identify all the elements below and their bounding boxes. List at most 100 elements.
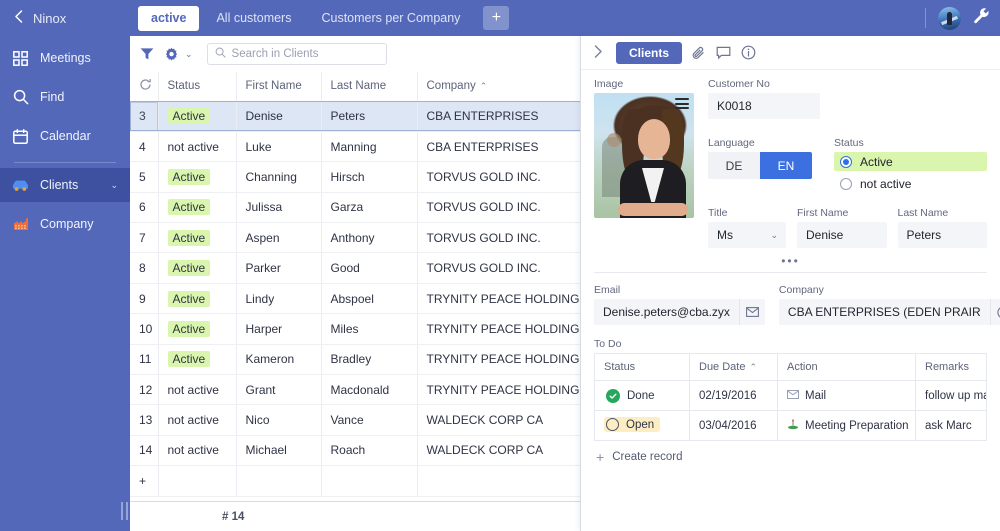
paperclip-icon[interactable] <box>692 46 706 60</box>
todo-row[interactable]: Done 02/19/2016 Mail follow up mail <box>594 380 987 411</box>
sidebar-item-find[interactable]: Find <box>0 80 130 114</box>
add-tab-button[interactable]: + <box>483 6 510 30</box>
cell-first-name[interactable]: Michael <box>236 435 322 467</box>
tab-clients[interactable]: Clients <box>616 41 683 64</box>
cell-first-name[interactable]: Kameron <box>236 344 322 376</box>
company-field[interactable]: CBA ENTERPRISES (EDEN PRAIR <box>778 299 1000 325</box>
row-number[interactable]: 7 <box>130 222 159 254</box>
cell-last-name[interactable]: Peters <box>321 101 418 132</box>
row-number[interactable]: 12 <box>130 374 159 406</box>
cell-status[interactable]: not active <box>158 131 237 163</box>
cell-last-name[interactable]: Abspoel <box>321 283 418 315</box>
column-header-status[interactable]: Status <box>158 72 237 102</box>
status-option-not-active[interactable]: not active <box>834 174 987 193</box>
cell-status[interactable]: not active <box>158 374 237 406</box>
customer-no-field[interactable]: K0018 <box>708 93 820 119</box>
cell-first-name[interactable]: Harper <box>236 313 322 345</box>
chevron-right-icon[interactable] <box>591 44 606 61</box>
language-option-en[interactable]: EN <box>760 152 812 179</box>
first-name-field[interactable]: Denise <box>797 222 887 248</box>
cell-first-name[interactable]: Lindy <box>236 283 322 315</box>
tab-customers-per-company[interactable]: Customers per Company <box>308 6 473 31</box>
row-number[interactable]: 8 <box>130 252 159 284</box>
cell-status[interactable]: not active <box>158 404 237 436</box>
status-option-active[interactable]: Active <box>834 152 987 171</box>
todo-cell-remarks[interactable]: ask Marc <box>916 411 987 441</box>
create-record-button[interactable]: + Create record <box>594 441 987 473</box>
cell-status[interactable]: Active <box>158 283 237 315</box>
search-input[interactable]: Search in Clients <box>206 43 387 65</box>
row-number[interactable]: 11 <box>130 344 159 376</box>
language-option-de[interactable]: DE <box>708 152 760 179</box>
cell-first-name[interactable]: Julissa <box>236 192 322 224</box>
todo-row[interactable]: Open 03/04/2016 Meeting Preparation ask Mar… <box>594 410 987 441</box>
refresh-icon[interactable] <box>130 72 159 102</box>
cell-status[interactable]: Active <box>158 222 237 254</box>
row-number[interactable]: 5 <box>130 161 159 193</box>
cell-first-name[interactable]: Grant <box>236 374 322 406</box>
hamburger-icon[interactable] <box>675 98 689 109</box>
cell-last-name[interactable]: Manning <box>321 131 418 163</box>
filter-icon[interactable] <box>140 47 154 61</box>
row-number[interactable]: 9 <box>130 283 159 315</box>
sidebar-resize-handle[interactable] <box>119 490 130 531</box>
cell-last-name[interactable]: Macdonald <box>321 374 418 406</box>
tab-active[interactable]: active <box>138 5 200 31</box>
comment-icon[interactable] <box>716 46 731 60</box>
user-avatar[interactable] <box>938 6 961 30</box>
row-number[interactable]: 4 <box>130 131 159 163</box>
todo-column-due-date[interactable]: Due Date ⌃ <box>689 353 778 381</box>
cell-status[interactable]: Active <box>158 252 237 284</box>
cell-last-name[interactable]: Bradley <box>321 344 418 376</box>
title-select[interactable]: Ms ⌄ <box>708 222 786 248</box>
column-header-last-name[interactable]: Last Name <box>321 72 418 102</box>
row-number[interactable]: 14 <box>130 435 159 467</box>
client-photo[interactable] <box>594 93 694 218</box>
row-number[interactable]: 10 <box>130 313 159 345</box>
cell-first-name[interactable]: Channing <box>236 161 322 193</box>
add-record-button[interactable]: + <box>130 465 159 497</box>
cell-status[interactable]: Active <box>158 313 237 345</box>
cell-last-name[interactable]: Vance <box>321 404 418 436</box>
chevron-down-icon[interactable]: ⌄ <box>185 49 193 60</box>
cell-last-name[interactable]: Garza <box>321 192 418 224</box>
cell-first-name[interactable]: Parker <box>236 252 322 284</box>
todo-cell-action[interactable]: Mail <box>777 380 916 411</box>
todo-cell-due-date[interactable]: 02/19/2016 <box>689 380 778 411</box>
sidebar-item-meetings[interactable]: Meetings <box>0 41 130 75</box>
todo-cell-action[interactable]: Meeting Preparation <box>777 410 916 441</box>
sidebar-item-clients[interactable]: Clients ⌄ <box>0 168 130 202</box>
cell-last-name[interactable]: Miles <box>321 313 418 345</box>
cell-first-name[interactable]: Denise <box>236 101 322 132</box>
todo-column-status[interactable]: Status <box>594 353 690 381</box>
sidebar-item-calendar[interactable]: Calendar <box>0 119 130 153</box>
todo-cell-due-date[interactable]: 03/04/2016 <box>689 410 778 441</box>
cell-last-name[interactable]: Roach <box>321 435 418 467</box>
cell-status[interactable]: Active <box>158 192 237 224</box>
wrench-icon[interactable] <box>973 7 990 29</box>
cell-first-name[interactable]: Nico <box>236 404 322 436</box>
last-name-field[interactable]: Peters <box>897 222 987 248</box>
todo-column-remarks[interactable]: Remarks <box>915 353 987 381</box>
cell-last-name[interactable]: Hirsch <box>321 161 418 193</box>
language-toggle[interactable]: DE EN <box>708 152 812 179</box>
chevron-down-icon[interactable]: ⌄ <box>110 180 118 191</box>
cell-status[interactable]: not active <box>158 435 237 467</box>
sidebar-brand[interactable]: Ninox <box>0 0 130 36</box>
cell-first-name[interactable]: Aspen <box>236 222 322 254</box>
email-field[interactable]: Denise.peters@cba.zyx <box>594 299 765 325</box>
gear-icon[interactable] <box>164 47 179 62</box>
info-icon[interactable] <box>741 45 756 60</box>
cell-last-name[interactable]: Anthony <box>321 222 418 254</box>
column-header-first-name[interactable]: First Name <box>236 72 322 102</box>
todo-cell-status[interactable]: Done <box>594 380 690 411</box>
row-number[interactable]: 13 <box>130 404 159 436</box>
envelope-icon[interactable] <box>738 299 765 325</box>
cell-last-name[interactable]: Good <box>321 252 418 284</box>
todo-cell-status[interactable]: Open <box>594 410 690 441</box>
row-number[interactable]: 3 <box>130 101 159 132</box>
cell-first-name[interactable]: Luke <box>236 131 322 163</box>
row-number[interactable]: 6 <box>130 192 159 224</box>
cell-status[interactable]: Active <box>157 101 237 132</box>
sidebar-item-company[interactable]: Company <box>0 207 130 241</box>
